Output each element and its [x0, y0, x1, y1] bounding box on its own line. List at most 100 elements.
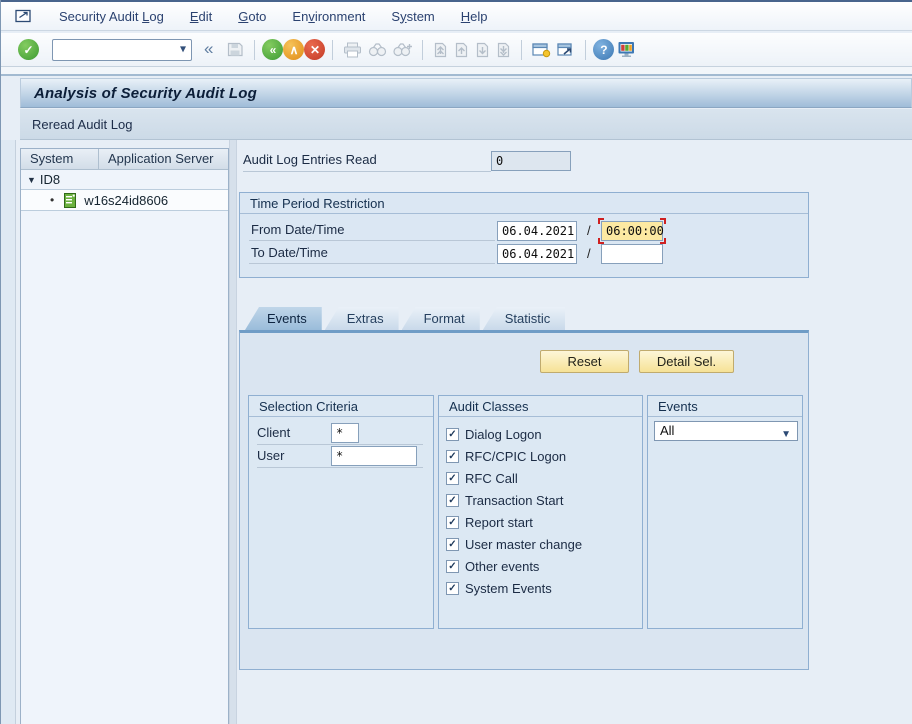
to-time-field[interactable] — [601, 244, 663, 264]
last-page-icon[interactable] — [496, 42, 511, 58]
selection-criteria-title: Selection Criteria — [249, 396, 433, 417]
toolbar-separator — [521, 40, 522, 60]
checkbox-row-other-events: ✓ Other events — [446, 555, 539, 577]
toolbar-separator — [332, 40, 333, 60]
menu-security-audit-log[interactable]: Security Audit Log — [46, 9, 177, 24]
application-server-label: w16s24id8606 — [84, 193, 168, 208]
user-row: User * — [257, 446, 423, 468]
tree-node-system-id8[interactable]: ▼ ID8 — [21, 170, 228, 189]
system-events-label: System Events — [465, 581, 552, 596]
back-icon[interactable]: « — [262, 39, 283, 60]
find-icon[interactable] — [368, 42, 387, 57]
menu-system[interactable]: System — [378, 9, 447, 24]
dialog-logon-checkbox[interactable]: ✓ — [446, 428, 459, 441]
from-datetime-label: From Date/Time — [249, 220, 495, 241]
user-field[interactable]: * — [331, 446, 417, 466]
tree-header-row: System Application Server — [21, 149, 228, 170]
rfc-cpic-logon-label: RFC/CPIC Logon — [465, 449, 566, 464]
to-separator: / — [587, 246, 591, 261]
from-date-field[interactable]: 06.04.2021 — [497, 221, 577, 241]
create-shortcut-icon[interactable] — [557, 42, 575, 58]
page-title: Analysis of Security Audit Log — [34, 85, 257, 102]
user-label: User — [257, 448, 284, 463]
command-dropdown-icon[interactable]: ▼ — [180, 44, 186, 55]
toolbar-separator — [585, 40, 586, 60]
report-start-checkbox[interactable]: ✓ — [446, 516, 459, 529]
system-events-checkbox[interactable]: ✓ — [446, 582, 459, 595]
to-date-field[interactable]: 06.04.2021 — [497, 244, 577, 264]
transaction-start-checkbox[interactable]: ✓ — [446, 494, 459, 507]
page-up-icon[interactable] — [454, 42, 469, 58]
entries-read-label: Audit Log Entries Read — [243, 152, 491, 172]
first-page-icon[interactable] — [433, 42, 448, 58]
checkbox-row-rfc-cpic-logon: ✓ RFC/CPIC Logon — [446, 445, 566, 467]
rfc-call-checkbox[interactable]: ✓ — [446, 472, 459, 485]
selection-criteria-box: Selection Criteria Client * User * — [248, 395, 434, 629]
control-menu-icon[interactable] — [15, 9, 32, 23]
detail-selection-button[interactable]: Detail Sel. — [639, 350, 734, 373]
application-toolbar: Reread Audit Log — [20, 109, 912, 140]
other-events-checkbox[interactable]: ✓ — [446, 560, 459, 573]
checkbox-row-system-events: ✓ System Events — [446, 577, 552, 599]
tab-extras[interactable]: Extras — [325, 307, 399, 330]
client-field[interactable]: * — [331, 423, 359, 443]
other-events-label: Other events — [465, 559, 539, 574]
focus-corner — [598, 218, 604, 224]
from-datetime-row: From Date/Time 06.04.2021 / 06:00:00 — [249, 220, 799, 242]
to-datetime-label: To Date/Time — [249, 243, 495, 264]
tree-column-system[interactable]: System — [21, 149, 99, 169]
command-input[interactable]: ▼ — [52, 39, 192, 61]
collapse-command-icon[interactable]: « — [204, 39, 213, 59]
enter-icon[interactable]: ✓ — [18, 39, 39, 60]
client-label: Client — [257, 425, 290, 440]
tree-node-application-server[interactable]: • w16s24id8606 — [21, 189, 228, 211]
print-icon[interactable] — [343, 42, 362, 58]
to-time-field-wrap — [601, 244, 663, 264]
checkbox-row-rfc-call: ✓ RFC Call — [446, 467, 518, 489]
transaction-start-label: Transaction Start — [465, 493, 564, 508]
audit-classes-box: Audit Classes ✓ Dialog Logon ✓ RFC/CPIC … — [438, 395, 643, 629]
standard-toolbar: ✓ ▼ « « ∧ ✕ ? — [1, 33, 912, 67]
tab-format[interactable]: Format — [402, 307, 480, 330]
rfc-call-label: RFC Call — [465, 471, 518, 486]
tab-statistic[interactable]: Statistic — [483, 307, 566, 330]
new-session-icon[interactable] — [532, 42, 551, 58]
client-row: Client * — [257, 423, 423, 445]
title-bar: Analysis of Security Audit Log — [20, 78, 912, 108]
cancel-icon[interactable]: ✕ — [304, 39, 325, 60]
tab-strip: Events Extras Format Statistic — [245, 307, 568, 330]
exit-icon[interactable]: ∧ — [283, 39, 304, 60]
customize-layout-icon[interactable] — [617, 41, 636, 58]
events-dropdown[interactable]: All ▼ — [654, 421, 798, 441]
dialog-logon-label: Dialog Logon — [465, 427, 542, 442]
tree-column-application-server[interactable]: Application Server — [99, 149, 228, 169]
menu-help[interactable]: Help — [448, 9, 501, 24]
reread-audit-log-button[interactable]: Reread Audit Log — [20, 113, 144, 136]
checkbox-row-report-start: ✓ Report start — [446, 511, 533, 533]
checkbox-row-transaction-start: ✓ Transaction Start — [446, 489, 564, 511]
main-content: Audit Log Entries Read 0 Time Period Res… — [237, 140, 912, 724]
focus-corner — [660, 218, 666, 224]
toolbar-separator-band — [1, 67, 912, 76]
menu-edit[interactable]: Edit — [177, 9, 225, 24]
checkbox-row-user-master-change: ✓ User master change — [446, 533, 582, 555]
to-datetime-row: To Date/Time 06.04.2021 / — [249, 243, 799, 265]
reset-button[interactable]: Reset — [540, 350, 629, 373]
from-time-field[interactable]: 06:00:00 — [601, 221, 663, 241]
find-next-icon[interactable] — [393, 42, 412, 57]
tree-expander-icon[interactable]: ▼ — [27, 175, 36, 185]
application-server-icon — [64, 193, 76, 208]
save-icon[interactable] — [226, 41, 244, 58]
menu-environment[interactable]: Environment — [279, 9, 378, 24]
rfc-cpic-logon-checkbox[interactable]: ✓ — [446, 450, 459, 463]
page-down-icon[interactable] — [475, 42, 490, 58]
tab-events[interactable]: Events — [245, 307, 322, 330]
panel-splitter[interactable] — [229, 140, 237, 724]
events-box: Events All ▼ — [647, 395, 803, 629]
user-master-change-checkbox[interactable]: ✓ — [446, 538, 459, 551]
help-icon[interactable]: ? — [593, 39, 614, 60]
events-title: Events — [648, 396, 802, 417]
tree-leaf-bullet: • — [50, 193, 54, 207]
menu-goto[interactable]: Goto — [225, 9, 279, 24]
toolbar-separator — [254, 40, 255, 60]
